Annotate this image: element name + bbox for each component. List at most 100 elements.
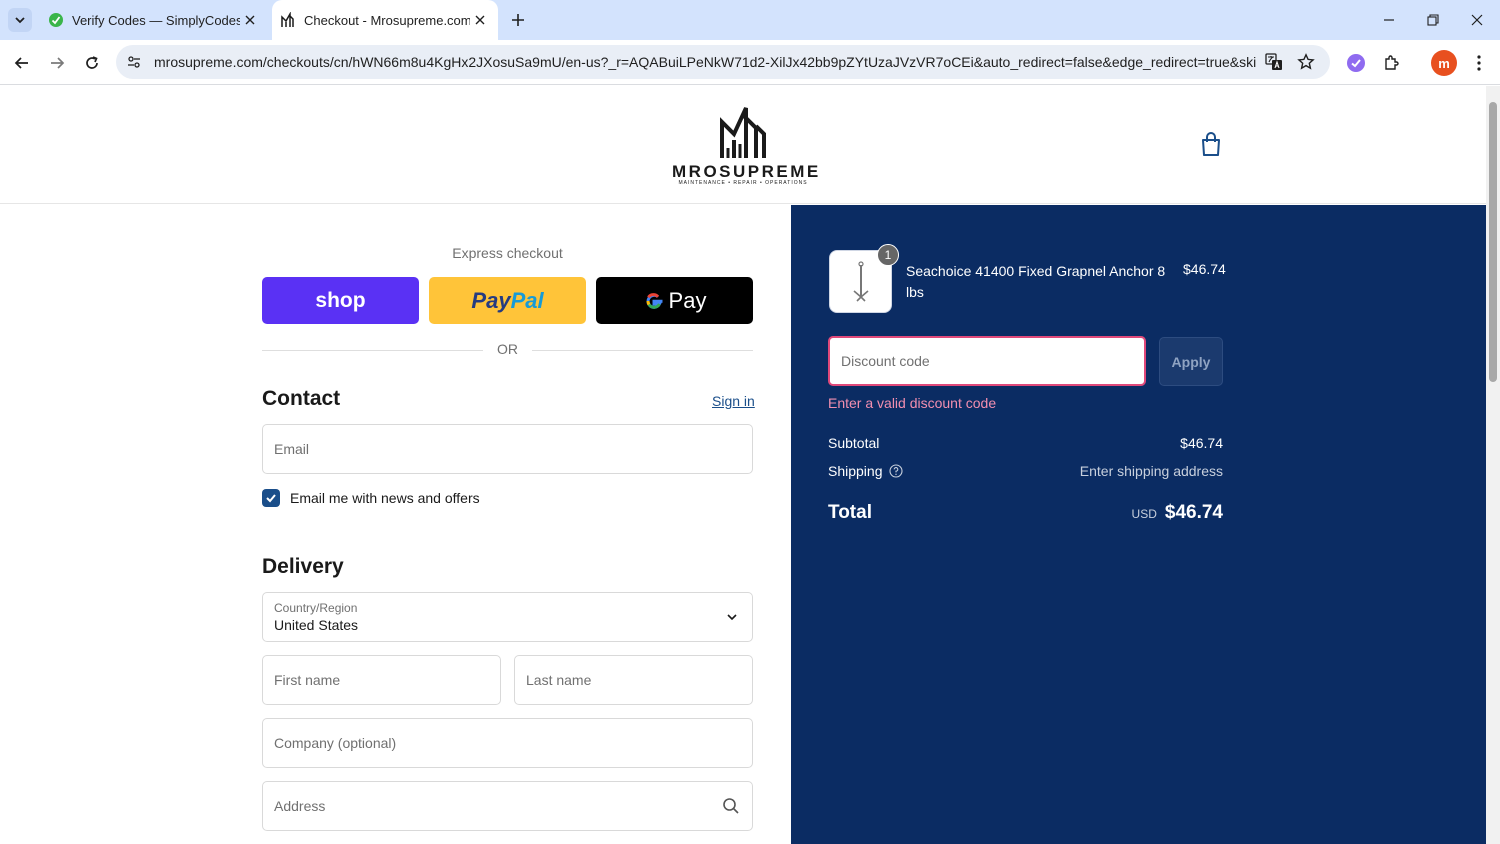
last-name-field[interactable] — [514, 655, 753, 705]
paypal-label-part1: Pay — [471, 287, 511, 313]
email-field[interactable] — [262, 424, 753, 474]
window-close-button[interactable] — [1462, 6, 1492, 34]
forward-button[interactable] — [43, 49, 71, 77]
sign-in-link[interactable]: Sign in — [712, 393, 755, 409]
checkmark-icon — [266, 494, 276, 503]
or-label: OR — [497, 341, 518, 357]
currency-code: USD — [1131, 507, 1157, 521]
tab-checkout[interactable]: Checkout - Mrosupreme.com — [272, 0, 498, 40]
help-circle-icon[interactable] — [888, 464, 903, 478]
quantity-badge: 1 — [877, 244, 899, 266]
apply-discount-button[interactable]: Apply — [1159, 337, 1223, 386]
total-label: Total — [828, 502, 872, 523]
or-divider: OR — [262, 341, 753, 359]
simplycodes-extension-icon — [1347, 54, 1365, 72]
subtotal-value: $46.74 — [1180, 435, 1223, 451]
reload-button[interactable] — [78, 49, 106, 77]
close-icon[interactable] — [470, 10, 490, 30]
google-pay-button[interactable]: Pay — [596, 277, 753, 324]
discount-code-input[interactable] — [830, 338, 1144, 384]
close-icon[interactable] — [240, 10, 260, 30]
email-input[interactable] — [263, 425, 752, 473]
newsletter-option[interactable]: Email me with news and offers — [262, 489, 480, 507]
address-input[interactable] — [263, 782, 752, 830]
restore-icon — [1427, 14, 1439, 26]
extension-simplycodes-button[interactable] — [1343, 50, 1369, 76]
tune-icon — [128, 56, 140, 68]
new-tab-button[interactable] — [506, 8, 530, 32]
profile-initial: m — [1438, 55, 1450, 71]
more-vertical-icon — [1477, 55, 1481, 71]
translate-icon — [1265, 53, 1282, 70]
address-bar[interactable]: mrosupreme.com/checkouts/cn/hWN66m8u4KgH… — [116, 45, 1330, 79]
newsletter-checkbox[interactable] — [262, 489, 280, 507]
delivery-heading: Delivery — [262, 555, 344, 578]
shop-pay-button[interactable]: shop — [262, 277, 419, 324]
last-name-input[interactable] — [515, 656, 752, 704]
store-header: MROSUPREME MAINTENANCE • REPAIR • OPERAT… — [0, 86, 1486, 204]
star-icon — [1297, 53, 1315, 70]
subtotal-label: Subtotal — [828, 435, 880, 451]
contact-heading: Contact — [262, 387, 341, 410]
company-field[interactable] — [262, 718, 753, 768]
minimize-icon — [1384, 19, 1394, 21]
close-icon — [1471, 14, 1483, 26]
shipping-label: Shipping — [828, 463, 883, 479]
shopping-bag-icon — [1202, 132, 1220, 156]
search-icon — [723, 798, 739, 814]
shipping-value: Enter shipping address — [1079, 463, 1223, 479]
chevron-down-icon — [15, 17, 25, 24]
paypal-label-part2: Pal — [510, 287, 544, 313]
first-name-field[interactable] — [262, 655, 501, 705]
total-amount: USD $46.74 — [1132, 502, 1223, 524]
order-summary: 1 Seachoice 41400 Fixed Grapnel Anchor 8… — [791, 205, 1486, 844]
url-text[interactable]: mrosupreme.com/checkouts/cn/hWN66m8u4KgH… — [154, 54, 1256, 70]
browser-menu-button[interactable] — [1466, 50, 1492, 76]
checkout-form: Express checkout shop Pay Pal Pay OR Cont… — [0, 205, 791, 844]
tab-title: Checkout - Mrosupreme.com — [304, 12, 470, 28]
plus-icon — [512, 14, 524, 26]
discount-code-field[interactable] — [828, 336, 1146, 386]
product-price: $46.74 — [1183, 261, 1226, 277]
arrow-left-icon — [14, 57, 28, 69]
restore-button[interactable] — [1418, 6, 1448, 34]
profile-avatar[interactable]: m — [1431, 50, 1457, 76]
tab-title: Verify Codes — SimplyCodes — [72, 12, 240, 28]
store-logo[interactable]: MROSUPREME MAINTENANCE • REPAIR • OPERAT… — [672, 104, 821, 186]
chevron-down-icon — [727, 614, 737, 621]
total-value: $46.74 — [1164, 502, 1223, 523]
simplycodes-favicon-icon — [48, 12, 64, 28]
first-name-input[interactable] — [263, 656, 500, 704]
address-field[interactable] — [262, 781, 753, 831]
product-name: Seachoice 41400 Fixed Grapnel Anchor 8 l… — [906, 263, 1166, 300]
arrow-right-icon — [51, 57, 65, 69]
minimize-button[interactable] — [1374, 6, 1404, 34]
mrosupreme-favicon-icon — [280, 12, 296, 28]
scrollbar-thumb[interactable] — [1489, 102, 1497, 382]
cart-button[interactable] — [1198, 130, 1224, 158]
browser-tab-bar: Verify Codes — SimplyCodes Checkout - Mr… — [0, 0, 1500, 40]
back-button[interactable] — [8, 49, 36, 77]
shop-pay-label: shop — [315, 288, 366, 312]
logo-tagline: MAINTENANCE • REPAIR • OPERATIONS — [678, 180, 808, 186]
company-input[interactable] — [263, 719, 752, 767]
paypal-button[interactable]: Pay Pal — [429, 277, 586, 324]
country-value: United States — [274, 617, 359, 633]
logo-wordmark: MROSUPREME — [672, 162, 821, 181]
puzzle-icon — [1385, 55, 1399, 70]
tab-simplycodes[interactable]: Verify Codes — SimplyCodes — [40, 0, 268, 40]
checkout-page: MROSUPREME MAINTENANCE • REPAIR • OPERAT… — [0, 86, 1486, 844]
mrosupreme-logo-icon — [720, 107, 766, 158]
tab-search-button[interactable] — [8, 8, 32, 32]
reload-icon — [86, 56, 98, 69]
express-checkout-label: Express checkout — [452, 245, 563, 261]
page-scrollbar[interactable] — [1486, 86, 1500, 844]
bookmark-button[interactable] — [1295, 51, 1317, 73]
translate-button[interactable] — [1263, 51, 1285, 73]
discount-error-message: Enter a valid discount code — [828, 395, 997, 411]
site-info-button[interactable] — [122, 50, 146, 74]
browser-toolbar: mrosupreme.com/checkouts/cn/hWN66m8u4KgH… — [0, 40, 1500, 85]
country-select[interactable]: Country/Region United States — [262, 592, 753, 642]
shipping-row-label: Shipping — [828, 463, 903, 479]
extensions-button[interactable] — [1379, 50, 1405, 76]
